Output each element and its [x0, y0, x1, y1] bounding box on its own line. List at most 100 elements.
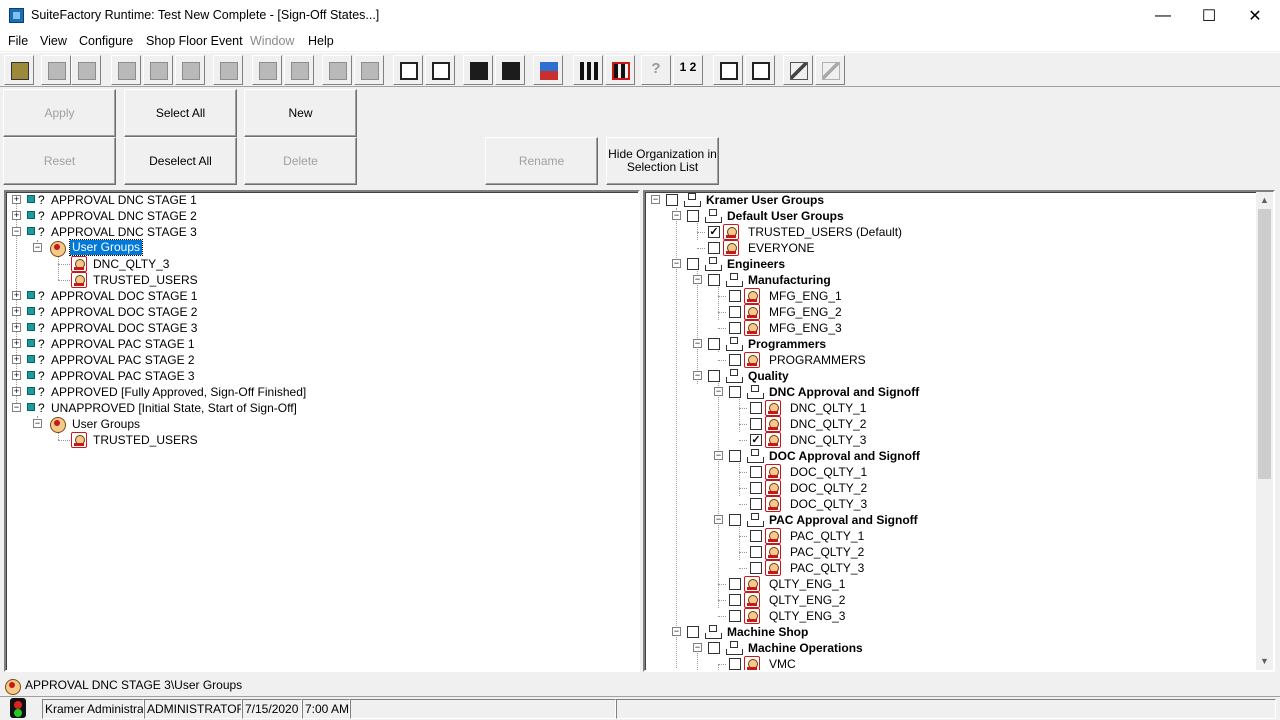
expand-icon[interactable]: + [12, 307, 21, 316]
selection-checkbox[interactable] [729, 594, 741, 606]
toolbar-list-button[interactable] [284, 55, 314, 85]
menu-help[interactable]: Help [308, 34, 334, 48]
toolbar-grid-button[interactable] [393, 55, 423, 85]
selection-checkbox[interactable] [750, 498, 762, 510]
menu-file[interactable]: File [8, 34, 28, 48]
expand-icon[interactable]: + [12, 355, 21, 364]
toolbar-id-card-button[interactable] [713, 55, 743, 85]
selection-checkbox[interactable] [687, 210, 699, 222]
selection-checkbox[interactable] [729, 290, 741, 302]
toolbar-monitor-button[interactable] [463, 55, 493, 85]
reset-button[interactable]: Reset [3, 137, 116, 185]
selection-checkbox[interactable] [750, 562, 762, 574]
selection-checkbox[interactable] [750, 482, 762, 494]
expand-icon[interactable]: + [12, 371, 21, 380]
selection-checkbox[interactable] [729, 658, 741, 670]
collapse-icon[interactable]: − [693, 371, 702, 380]
collapse-icon[interactable]: − [651, 195, 660, 204]
toolbar-stamp-button[interactable] [41, 55, 71, 85]
collapse-icon[interactable]: − [12, 403, 21, 412]
expand-icon[interactable]: + [12, 195, 21, 204]
selection-checkbox[interactable] [729, 354, 741, 366]
selection-checkbox[interactable] [687, 258, 699, 270]
collapse-icon[interactable]: − [693, 643, 702, 652]
selection-checkbox[interactable] [750, 546, 762, 558]
selection-checkbox[interactable] [666, 194, 678, 206]
toolbar-exit-button[interactable] [4, 55, 34, 85]
toolbar-tools-disabled-button[interactable] [815, 55, 845, 85]
hide-organization-button[interactable]: Hide Organization in Selection List [606, 137, 719, 185]
toolbar-calculator-button[interactable] [252, 55, 282, 85]
expand-icon[interactable]: + [12, 339, 21, 348]
toolbar-users-button[interactable] [573, 55, 603, 85]
vertical-scrollbar[interactable]: ▲ ▼ [1256, 192, 1273, 670]
selection-checkbox[interactable] [729, 578, 741, 590]
collapse-icon[interactable]: − [693, 275, 702, 284]
selection-checkbox[interactable] [687, 626, 699, 638]
toolbar-copy-button[interactable] [111, 55, 141, 85]
selection-checkbox[interactable] [708, 370, 720, 382]
toolbar-transfer-button[interactable] [533, 55, 563, 85]
selection-checkbox[interactable] [750, 402, 762, 414]
selection-checkbox[interactable] [729, 450, 741, 462]
collapse-icon[interactable]: − [672, 259, 681, 268]
maximize-button[interactable]: ☐ [1186, 0, 1232, 31]
toolbar-paste-button[interactable] [143, 55, 173, 85]
expand-icon[interactable]: + [12, 291, 21, 300]
rename-button[interactable]: Rename [485, 137, 598, 185]
user-groups-tree[interactable]: − Kramer User Groups − Default User Groups ✓… [643, 190, 1275, 672]
selection-checkbox[interactable] [729, 322, 741, 334]
close-button[interactable]: ✕ [1232, 0, 1278, 31]
toolbar-edit-button[interactable] [354, 55, 384, 85]
menu-shop-floor-event[interactable]: Shop Floor Event [146, 34, 243, 48]
delete-button[interactable]: Delete [244, 137, 357, 185]
selection-checkbox[interactable] [750, 418, 762, 430]
selection-checkbox[interactable] [729, 610, 741, 622]
selection-checkbox[interactable] [708, 242, 720, 254]
expand-icon[interactable]: + [12, 211, 21, 220]
minimize-button[interactable]: — [1140, 0, 1186, 31]
toolbar-user-groups-button[interactable] [605, 55, 635, 85]
selection-checkbox[interactable] [708, 338, 720, 350]
toolbar-card-edit-button[interactable] [745, 55, 775, 85]
selection-checkbox[interactable] [729, 514, 741, 526]
select-all-button[interactable]: Select All [124, 89, 237, 137]
collapse-icon[interactable]: − [714, 451, 723, 460]
menu-window[interactable]: Window [250, 34, 294, 48]
apply-button[interactable]: Apply [3, 89, 116, 137]
toolbar-signoff-button[interactable] [322, 55, 352, 85]
collapse-icon[interactable]: − [33, 419, 42, 428]
selection-checkbox[interactable] [750, 530, 762, 542]
collapse-icon[interactable]: − [714, 387, 723, 396]
scroll-down-icon[interactable]: ▼ [1256, 653, 1273, 670]
toolbar-document-button[interactable] [213, 55, 243, 85]
new-button[interactable]: New [244, 89, 357, 137]
selection-checkbox[interactable] [729, 306, 741, 318]
selection-checkbox[interactable] [708, 642, 720, 654]
menu-configure[interactable]: Configure [79, 34, 133, 48]
collapse-icon[interactable]: − [33, 243, 42, 252]
selection-checkbox[interactable] [708, 274, 720, 286]
collapse-icon[interactable]: − [12, 227, 21, 236]
scrollbar-thumb[interactable] [1258, 209, 1271, 479]
toolbar-layout-button[interactable] [495, 55, 525, 85]
selection-checkbox[interactable]: ✓ [750, 434, 762, 446]
sign-off-states-tree[interactable]: + ? APPROVAL DNC STAGE 1 + ? APPROVAL DN… [4, 190, 640, 672]
toolbar-tools-button[interactable] [783, 55, 813, 85]
expand-icon[interactable]: + [12, 387, 21, 396]
collapse-icon[interactable]: − [714, 515, 723, 524]
menu-view[interactable]: View [40, 34, 67, 48]
selection-checkbox[interactable]: ✓ [708, 226, 720, 238]
toolbar-sequence-button[interactable]: 1 2 [673, 55, 703, 85]
toolbar-unknown-button[interactable]: ? [641, 55, 671, 85]
toolbar-find-button[interactable] [71, 55, 101, 85]
deselect-all-button[interactable]: Deselect All [124, 137, 237, 185]
toolbar-columns-button[interactable] [425, 55, 455, 85]
scroll-up-icon[interactable]: ▲ [1256, 192, 1273, 209]
expand-icon[interactable]: + [12, 323, 21, 332]
selection-checkbox[interactable] [729, 386, 741, 398]
selection-checkbox[interactable] [750, 466, 762, 478]
collapse-icon[interactable]: − [672, 211, 681, 220]
collapse-icon[interactable]: − [693, 339, 702, 348]
collapse-icon[interactable]: − [672, 627, 681, 636]
